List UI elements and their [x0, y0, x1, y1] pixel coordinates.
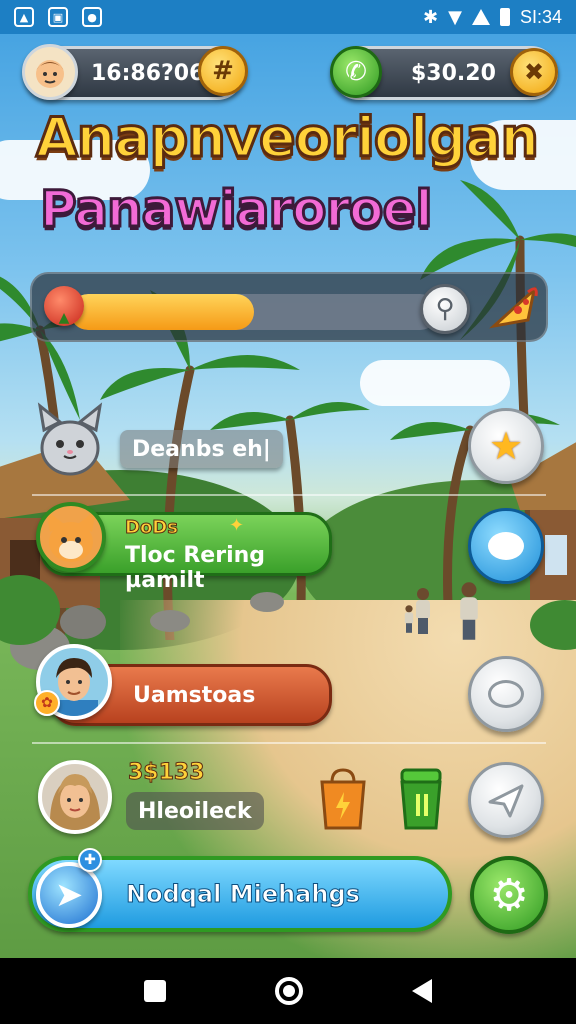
- sparkle-icon: ✦: [229, 515, 245, 536]
- rock: [150, 610, 190, 632]
- paper-plane-icon: [488, 784, 524, 818]
- compass-icon: ➤: [36, 862, 102, 928]
- settings-button[interactable]: ⚙: [470, 856, 548, 934]
- rock: [250, 592, 284, 612]
- villager-figure: [460, 582, 478, 640]
- star-icon: ★: [488, 424, 524, 468]
- crossed-tools-icon: ✖: [523, 58, 545, 86]
- back-button[interactable]: [411, 979, 432, 1003]
- main-action-label: Nodqal Miehahgs: [126, 880, 361, 909]
- row3-label: Uamstoas: [133, 683, 256, 708]
- progress-bar: [70, 294, 438, 330]
- recent-apps-button[interactable]: [144, 980, 167, 1002]
- add-cash-button[interactable]: ✆: [330, 46, 382, 98]
- cash-value: $30.20: [411, 60, 496, 86]
- bluetooth-icon: ✱: [423, 6, 439, 28]
- android-navigation-bar: [0, 958, 576, 1024]
- notification-icon: ▲: [14, 7, 34, 27]
- green-bin-icon[interactable]: [396, 766, 446, 830]
- grid-menu-button[interactable]: #: [198, 46, 248, 96]
- villager-figure: [404, 605, 414, 633]
- row-divider: [32, 742, 546, 744]
- chat-bubble-icon: [488, 680, 524, 708]
- tools-button[interactable]: ✖: [510, 48, 558, 96]
- row2-tag: DoDs: [125, 517, 179, 539]
- game-title-line2: Panawiaroroel: [39, 179, 435, 240]
- send-button[interactable]: [468, 762, 544, 838]
- plus-badge-icon: ✚: [78, 848, 102, 872]
- row-divider: [32, 494, 546, 496]
- cat-character-icon: [30, 400, 110, 480]
- signal-icon: [471, 9, 490, 25]
- rock: [60, 605, 106, 639]
- search-button[interactable]: ⚲: [420, 284, 470, 334]
- speech-bubble-icon: [488, 532, 524, 560]
- row2-label: Tloc Rering µamilt: [125, 543, 266, 593]
- orange-shopping-bag-icon[interactable]: [318, 768, 368, 830]
- message-button[interactable]: [468, 656, 544, 732]
- game-title-line1: Anapnveoriolgan: [35, 105, 541, 171]
- progress-bar-fill: [70, 294, 254, 330]
- gear-icon: ⚙: [489, 869, 529, 921]
- player-avatar[interactable]: [22, 44, 78, 100]
- girl-avatar: [38, 760, 112, 834]
- pizza-slice-icon[interactable]: [488, 280, 540, 332]
- image-notification-icon: ▣: [48, 7, 68, 27]
- fox-character-avatar: [36, 502, 106, 572]
- coins-value: 16:86?06: [91, 60, 205, 86]
- rose-icon: ▲: [44, 286, 84, 326]
- phone-icon: ✆: [345, 57, 367, 87]
- badge-icon: ✿: [34, 690, 60, 716]
- row1-label[interactable]: Deanbs eh|: [120, 430, 283, 468]
- app-notification-icon: ●: [82, 7, 102, 27]
- row4-label[interactable]: Hleoileck: [126, 792, 264, 830]
- wifi-icon: ▼: [448, 6, 462, 28]
- search-icon: ⚲: [435, 294, 455, 324]
- progress-panel: ▲ ⚲: [30, 272, 548, 342]
- grid-icon: #: [212, 56, 234, 86]
- favorite-button[interactable]: ★: [468, 408, 544, 484]
- status-bar: ▲ ▣ ● ✱ ▼ SI:34: [0, 0, 576, 34]
- home-button[interactable]: [274, 977, 303, 1005]
- row4-score: 3$133: [128, 760, 206, 786]
- chat-button[interactable]: [468, 508, 544, 584]
- status-time: SI:34: [519, 6, 562, 27]
- villager-figure: [416, 588, 430, 634]
- battery-icon: [499, 8, 510, 26]
